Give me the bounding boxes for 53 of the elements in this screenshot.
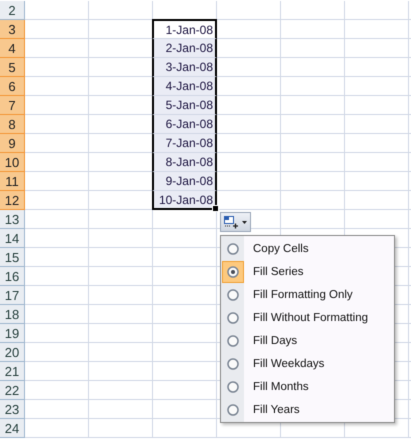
- menu-item[interactable]: Fill Weekdays: [221, 352, 394, 375]
- row-header[interactable]: 18: [0, 305, 25, 324]
- row-header[interactable]: 19: [0, 324, 25, 343]
- table-cell: 5-Jan-08: [152, 96, 217, 115]
- row-header[interactable]: 21: [0, 362, 25, 381]
- table-cell: 3-Jan-08: [152, 58, 217, 77]
- menu-item[interactable]: Fill Without Formatting: [221, 306, 394, 329]
- menu-item[interactable]: Fill Months: [221, 375, 394, 398]
- row-header[interactable]: 10: [0, 153, 25, 172]
- radio-icon: [227, 358, 239, 370]
- row-header[interactable]: 6: [0, 77, 25, 96]
- radio-icon: [227, 334, 239, 346]
- row-header[interactable]: 9: [0, 134, 25, 153]
- table-cell: 1-Jan-08: [152, 19, 217, 39]
- table-cell: 9-Jan-08: [152, 172, 217, 191]
- row-header[interactable]: 4: [0, 39, 25, 58]
- row-header[interactable]: 13: [0, 210, 25, 229]
- table-cell: 7-Jan-08: [152, 134, 217, 153]
- row-header[interactable]: 22: [0, 381, 25, 400]
- table-cell: 10-Jan-08: [152, 191, 217, 210]
- menu-item[interactable]: Fill Years: [221, 398, 394, 421]
- row-header[interactable]: 16: [0, 267, 25, 286]
- menu-item[interactable]: Copy Cells: [221, 237, 394, 260]
- row-header[interactable]: 7: [0, 96, 25, 115]
- row-header[interactable]: 8: [0, 115, 25, 134]
- row-header[interactable]: 20: [0, 343, 25, 362]
- fill-options-icon: [224, 216, 239, 228]
- radio-icon: [227, 242, 239, 254]
- row-header[interactable]: 15: [0, 248, 25, 267]
- caret-icon: [242, 220, 247, 224]
- row-header[interactable]: 3: [0, 20, 25, 39]
- table-cell: 6-Jan-08: [152, 115, 217, 134]
- menu-item[interactable]: Fill Formatting Only: [221, 283, 394, 306]
- row-header[interactable]: 17: [0, 286, 25, 305]
- fill-handle[interactable]: [212, 205, 219, 212]
- table-cell: 4-Jan-08: [152, 77, 217, 96]
- row-header[interactable]: 2: [0, 1, 25, 20]
- row-header[interactable]: 5: [0, 58, 25, 77]
- row-header[interactable]: 14: [0, 229, 25, 248]
- row-header[interactable]: 24: [0, 419, 25, 438]
- auto-fill-options-button[interactable]: [220, 212, 251, 232]
- row-header[interactable]: 12: [0, 191, 25, 210]
- radio-icon: [227, 404, 239, 416]
- row-header[interactable]: 23: [0, 400, 25, 419]
- table-cell: 8-Jan-08: [152, 153, 217, 172]
- table-cell: 2-Jan-08: [152, 39, 217, 58]
- radio-icon: [227, 266, 239, 278]
- radio-icon: [227, 288, 239, 300]
- radio-icon: [227, 312, 239, 324]
- menu-item[interactable]: Fill Series: [221, 260, 394, 283]
- row-header[interactable]: 11: [0, 172, 25, 191]
- menu-item[interactable]: Fill Days: [221, 329, 394, 352]
- radio-icon: [227, 380, 239, 392]
